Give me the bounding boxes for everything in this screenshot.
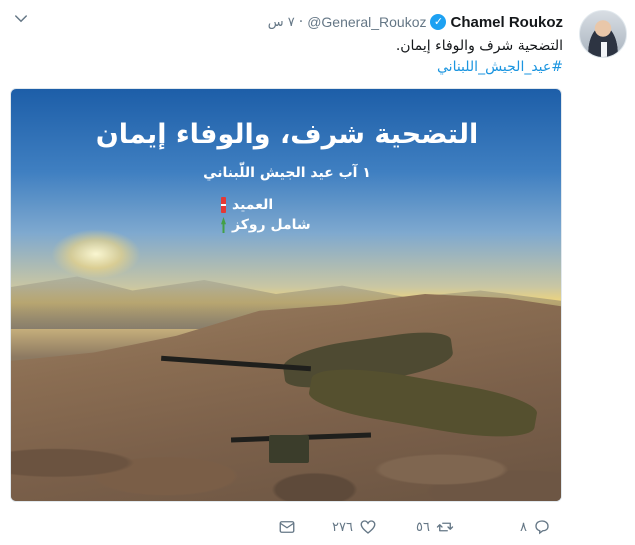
direct-message-button[interactable] (278, 515, 296, 539)
tweet-header: Chamel Roukoz ✓ @General_Roukoz · ٧ س (268, 12, 563, 32)
hashtag-link[interactable]: #عيد_الجيش_اللبناني (43, 57, 563, 78)
avatar[interactable] (579, 10, 627, 58)
like-count: ٢٧٦ (332, 519, 353, 535)
retweet-count: ٥٦ (416, 519, 430, 535)
timestamp[interactable]: ٧ س (268, 15, 295, 30)
ammo-box (269, 435, 309, 463)
tweet-body: التضحية شرف والوفاء إيمان. (395, 38, 563, 54)
reply-count: ٨ (520, 519, 527, 535)
poster-title: التضحية شرف، والوفاء إيمان (95, 119, 479, 150)
signature-rank: العميد (232, 197, 274, 213)
retweet-button[interactable]: ٥٦ (416, 515, 454, 539)
tweet-card[interactable]: Chamel Roukoz ✓ @General_Roukoz · ٧ س ال… (0, 0, 635, 545)
user-handle[interactable]: @General_Roukoz (307, 14, 426, 30)
tweet-text: التضحية شرف والوفاء إيمان. #عيد_الجيش_ال… (43, 36, 563, 78)
chevron-down-icon[interactable] (12, 10, 30, 28)
envelope-icon (279, 521, 295, 533)
tweet-media-image[interactable]: التضحية شرف، والوفاء إيمان ١ آب عيد الجي… (10, 88, 562, 502)
reply-button[interactable]: ٨ (520, 515, 551, 539)
separator-dot: · (298, 14, 304, 30)
sun-glow (51, 229, 141, 279)
tweet-actions: ٨ ٥٦ ٢٧٦ (270, 515, 570, 539)
lebanese-flag-icon (221, 197, 226, 213)
heart-icon (360, 520, 376, 534)
verified-badge-icon: ✓ (430, 14, 447, 30)
cedar-icon (221, 217, 226, 233)
like-button[interactable]: ٢٧٦ (332, 515, 377, 539)
reply-icon (535, 520, 549, 535)
signature-name: شامل روكز (232, 217, 311, 233)
poster-subtitle: ١ آب عيد الجيش اللّبناني (203, 165, 371, 181)
poster-signature: العميد شامل روكز (221, 195, 351, 235)
display-name[interactable]: Chamel Roukoz (450, 14, 563, 31)
retweet-icon (436, 522, 454, 532)
